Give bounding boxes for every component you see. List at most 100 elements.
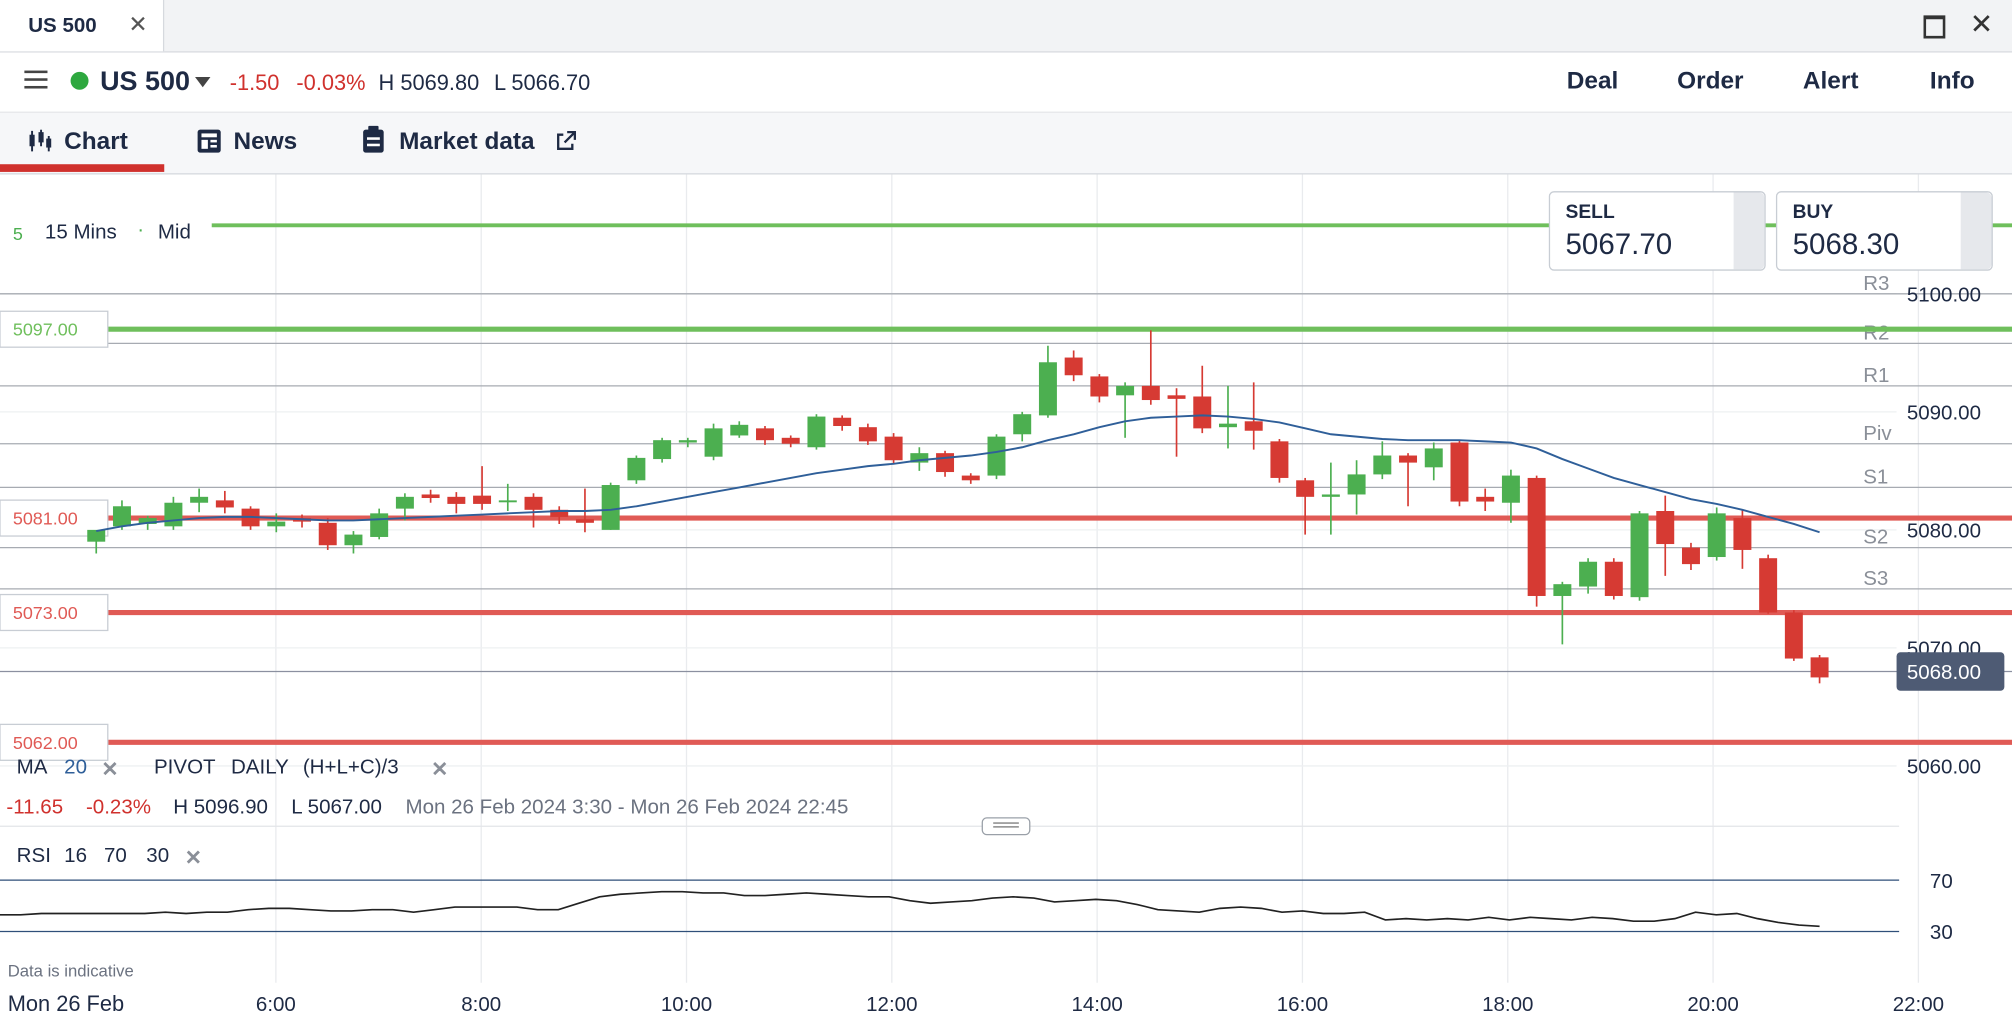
window-tabbar: US 500 ✕ ✕ [0,0,2012,53]
candle-body [1707,513,1726,558]
y-tick-label: 5060.00 [1907,756,1981,779]
candle-body [1759,558,1778,613]
maximize-icon[interactable] [1923,15,1946,39]
candle-body [1501,475,1520,503]
candle-body [1064,357,1083,376]
interval-select[interactable]: 15 Mins [45,222,117,245]
close-tab-icon[interactable]: ✕ [128,12,147,39]
summary-low: L 5067.00 [291,796,382,819]
buy-shade [1960,192,1992,270]
candle-body [1450,442,1469,502]
candle-body [858,427,877,442]
candle-body [1296,480,1315,497]
price-change-pct: -0.03% [296,70,366,95]
y-tick-label: 5080.00 [1907,520,1981,543]
candle-body [781,437,800,444]
alert-button[interactable]: Alert [1803,68,1859,96]
buy-button[interactable]: BUY 5068.30 [1775,191,1993,271]
price-change: -1.50 [229,70,280,95]
rsi-period[interactable]: 16 [64,845,87,868]
tab-news[interactable]: News [192,113,333,173]
instrument-tab[interactable]: US 500 ✕ [0,0,165,52]
pivot-period[interactable]: DAILY [231,757,289,780]
summary-high: H 5096.90 [173,796,268,819]
remove-rsi-icon[interactable]: ✕ [185,845,202,871]
sell-shade [1733,192,1765,270]
market-status-dot [70,71,89,90]
current-price-label: 5068.00 [1907,661,1981,684]
candle-body [344,534,363,546]
candle-body [730,424,749,436]
candle-body [1038,362,1057,416]
candle-body [524,496,543,510]
deal-button[interactable]: Deal [1567,68,1619,96]
price-type-select[interactable]: Mid [158,222,191,245]
candle-body [1656,510,1675,545]
chevron-down-icon[interactable] [195,76,211,88]
buy-price: 5068.30 [1792,227,1900,261]
remove-ma-icon[interactable]: ✕ [101,757,118,783]
candle-body [421,494,440,499]
x-tick-label: 20:00 [1687,993,1738,1016]
candle-body [87,529,106,542]
pane-resize-handle[interactable] [981,817,1031,836]
sell-button[interactable]: SELL 5067.70 [1548,191,1766,271]
separator-dot: · [137,219,145,242]
rsi-tick-label: 30 [1930,921,1953,944]
candle-body [498,500,517,503]
hamburger-menu-icon[interactable] [24,70,48,89]
summary-range: Mon 26 Feb 2024 3:30 - Mon 26 Feb 2024 2… [405,796,849,819]
tab-market-data[interactable]: Market data [359,113,590,173]
candle-body [627,457,646,481]
app-root: US 500 ✕ ✕ US 500 -1.50 -0.03% H 5069.80… [0,0,2012,1020]
pivot-label: PIVOT [153,756,216,779]
rsi-lower[interactable]: 30 [146,845,169,868]
candle-body [884,436,903,461]
view-tabs: Chart News Market data [0,112,2012,175]
x-tick-label: 10:00 [661,993,712,1016]
price-line-label: 5073.00 [13,603,78,623]
remove-pivot-icon[interactable]: ✕ [431,757,448,783]
candle-body [1424,448,1443,468]
x-tick-label: 8:00 [461,993,501,1016]
clipboard-icon [363,125,384,153]
close-window-icon[interactable]: ✕ [1970,8,1994,41]
instrument-name[interactable]: US 500 [100,67,190,98]
tab-chart[interactable]: Chart [0,113,165,173]
x-tick-label: 16:00 [1277,993,1328,1016]
moving-average-line [96,414,1820,534]
rsi-line [0,890,1820,928]
x-tick-label: 18:00 [1482,993,1533,1016]
x-tick-label: 6:00 [256,993,296,1016]
candle-body [318,522,337,546]
day-high: H 5069.80 [378,70,480,95]
price-line-label: 5062.00 [13,733,78,753]
candle-body [1321,494,1340,497]
ma-period[interactable]: 20 [64,757,87,780]
rsi-upper[interactable]: 70 [104,845,127,868]
pivot-label-s1: S1 [1863,466,1888,489]
candle-body [756,428,774,441]
candle-body [370,513,389,537]
pivot-label-r2: R2 [1863,322,1889,345]
y-tick-label: 5090.00 [1907,402,1981,425]
candle-body [447,496,466,504]
candle-body [1013,414,1032,435]
info-button[interactable]: Info [1930,68,1975,96]
candle-body [1553,584,1572,596]
candle-body [833,417,852,427]
order-button[interactable]: Order [1677,68,1743,96]
x-tick-label: 14:00 [1071,993,1122,1016]
pivot-formula: (H+L+C)/3 [302,756,399,779]
rsi-tick-label: 70 [1930,870,1953,893]
candle-body [1090,376,1109,397]
sell-label: SELL [1565,201,1615,224]
day-low: L 5066.70 [494,70,591,95]
tab-market-data-label: Market data [399,128,535,156]
candle-body [704,428,723,457]
candle-body [1347,474,1366,495]
candle-body [678,440,697,443]
pivot-label-r1: R1 [1863,364,1889,387]
price-chart[interactable]: R3 R2 R1 Piv S1 S2 S3 5097.00 5081.00 5073.00 5062… [0,174,2012,1019]
candle-body [1476,496,1495,502]
